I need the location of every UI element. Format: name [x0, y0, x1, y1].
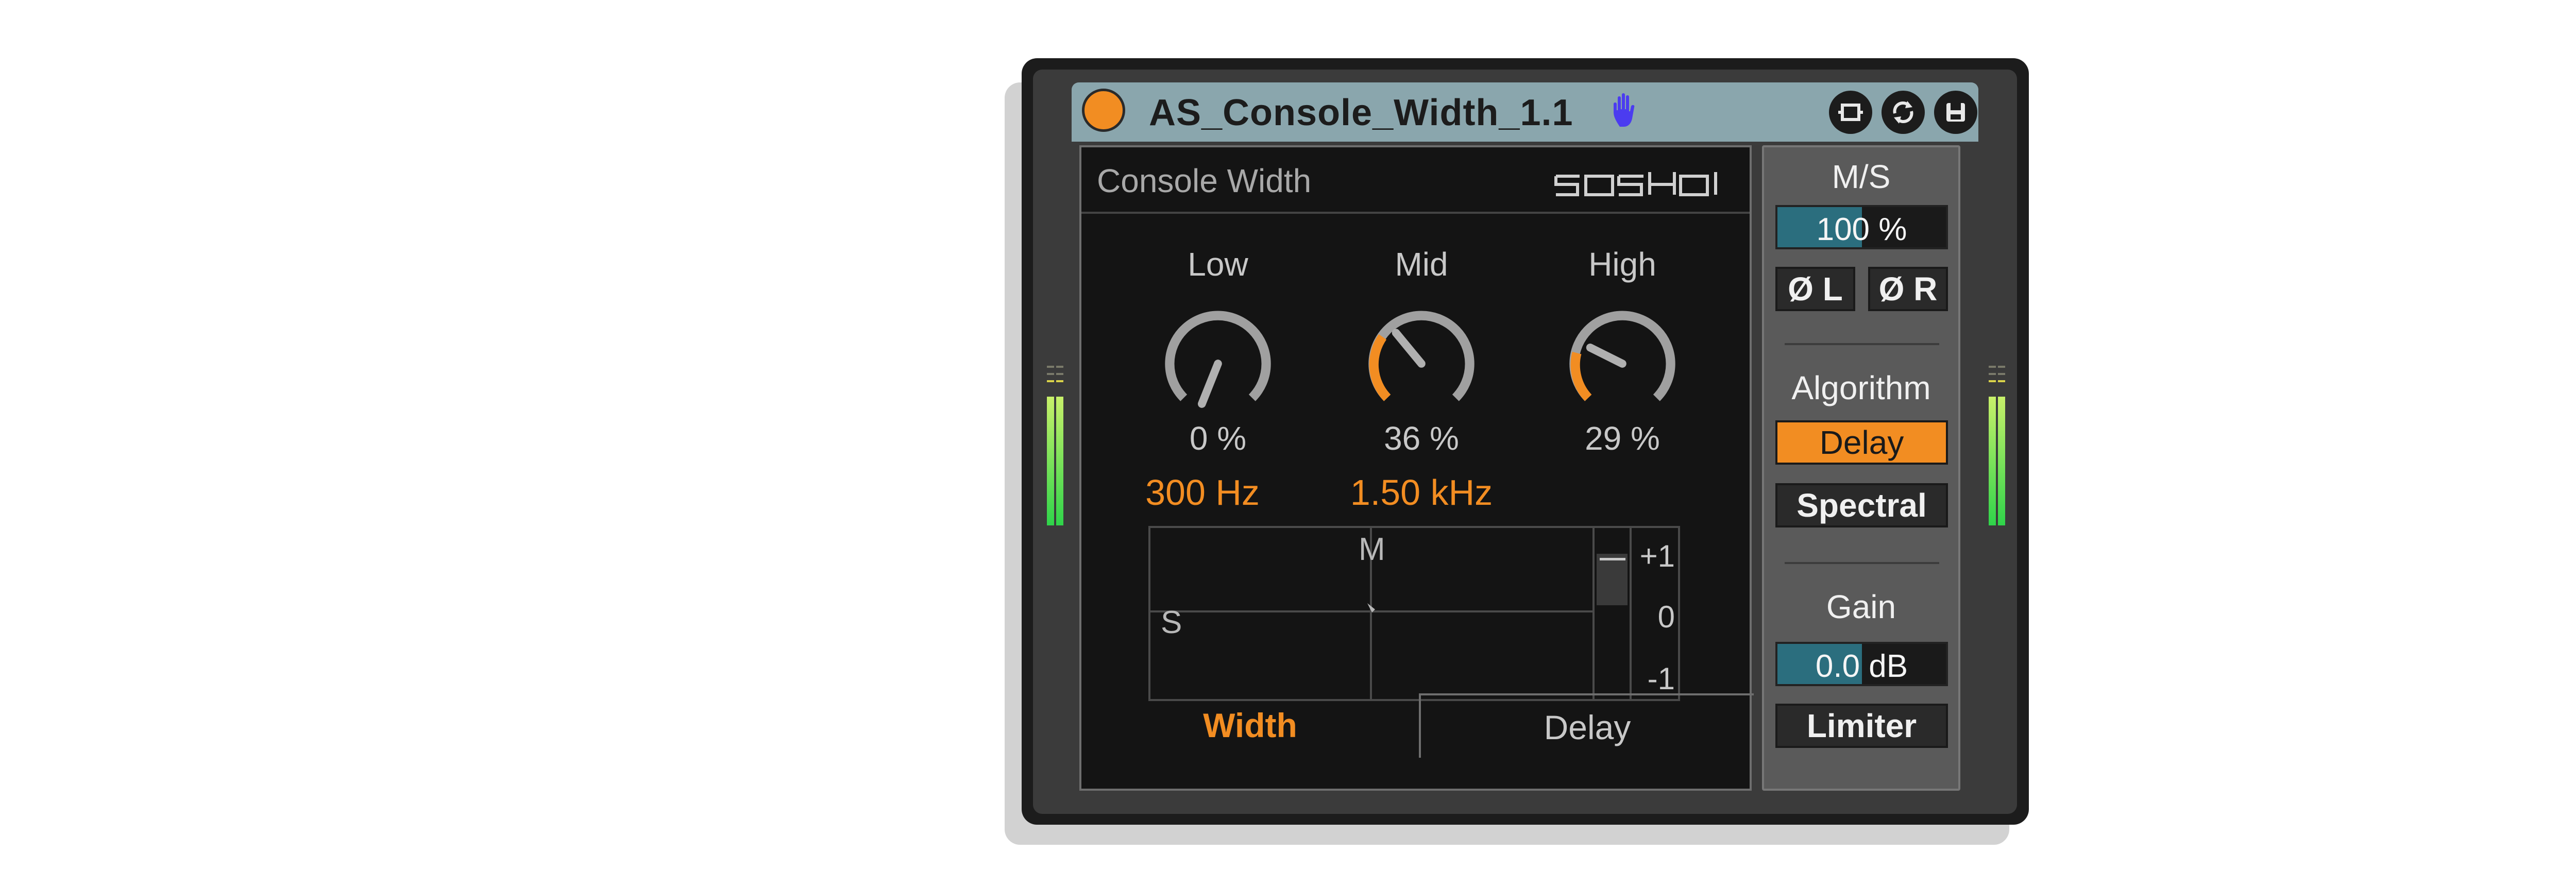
hand-icon [1614, 93, 1635, 127]
gain-label: Gain [1826, 588, 1896, 625]
side-axis-label: S [1161, 605, 1182, 640]
low-knob-value: 0 % [1189, 420, 1247, 457]
side-divider [1785, 343, 1939, 345]
device-title-bar[interactable]: AS_Console_Width_1.1 [1072, 82, 1978, 142]
mid-width-knob[interactable] [1354, 297, 1488, 431]
xy-position-marker [1367, 603, 1375, 612]
tab-width[interactable]: Width [1081, 693, 1419, 758]
device-title: AS_Console_Width_1.1 [1149, 92, 1573, 133]
ms-label: M/S [1832, 158, 1891, 195]
low-crossover-frequency[interactable]: 300 Hz [1115, 472, 1290, 513]
high-knob-label: High [1588, 246, 1656, 283]
ms-amount-field[interactable]: 100 % [1775, 205, 1948, 249]
power-icon[interactable] [1082, 89, 1125, 132]
scale-minus-one: -1 [1647, 661, 1675, 696]
limiter-button[interactable]: Limiter [1775, 704, 1948, 748]
algorithm-delay-button[interactable]: Delay [1775, 420, 1948, 465]
output-meter [1988, 366, 2006, 525]
correlation-meter: +1 0 -1 [1595, 526, 1680, 701]
scale-zero: 0 [1657, 600, 1675, 634]
mid-knob-label: Mid [1395, 246, 1448, 283]
low-knob-label: Low [1188, 246, 1248, 283]
tab-delay[interactable]: Delay [1419, 693, 1754, 758]
algorithm-spectral-button[interactable]: Spectral [1775, 483, 1948, 527]
side-divider [1785, 562, 1939, 564]
phase-left-button[interactable]: Ø L [1775, 267, 1855, 311]
mid-knob-value: 36 % [1384, 420, 1459, 457]
correlation-indicator [1597, 554, 1628, 605]
side-panel: M/S 100 % Ø L Ø R Algorithm Delay Spectr… [1762, 145, 1960, 791]
algorithm-label: Algorithm [1791, 369, 1931, 406]
pin-icon[interactable] [1829, 91, 1872, 134]
mid-axis-label: M [1359, 532, 1385, 567]
high-knob-value: 29 % [1585, 420, 1660, 457]
input-meter [1046, 366, 1064, 525]
hot-swap-icon[interactable] [1882, 91, 1925, 134]
ms-amount-value: 100 % [1816, 212, 1907, 247]
scale-plus-one: +1 [1639, 539, 1675, 573]
save-icon[interactable] [1934, 91, 1977, 134]
panel-divider [1081, 212, 1750, 214]
high-width-knob[interactable] [1555, 297, 1689, 431]
high-crossover-frequency[interactable]: 1.50 kHz [1334, 472, 1509, 513]
gain-field[interactable]: 0.0 dB [1775, 642, 1948, 686]
low-width-knob[interactable] [1151, 297, 1285, 431]
gain-value: 0.0 dB [1815, 649, 1908, 684]
stereo-xy-display: M S [1148, 526, 1595, 701]
panel-title: Console Width [1097, 162, 1312, 199]
main-panel: Console Width Low Mid High 0 % 36 % 29 %… [1079, 145, 1754, 791]
phase-right-button[interactable]: Ø R [1868, 267, 1948, 311]
brand-logo [1554, 172, 1717, 196]
